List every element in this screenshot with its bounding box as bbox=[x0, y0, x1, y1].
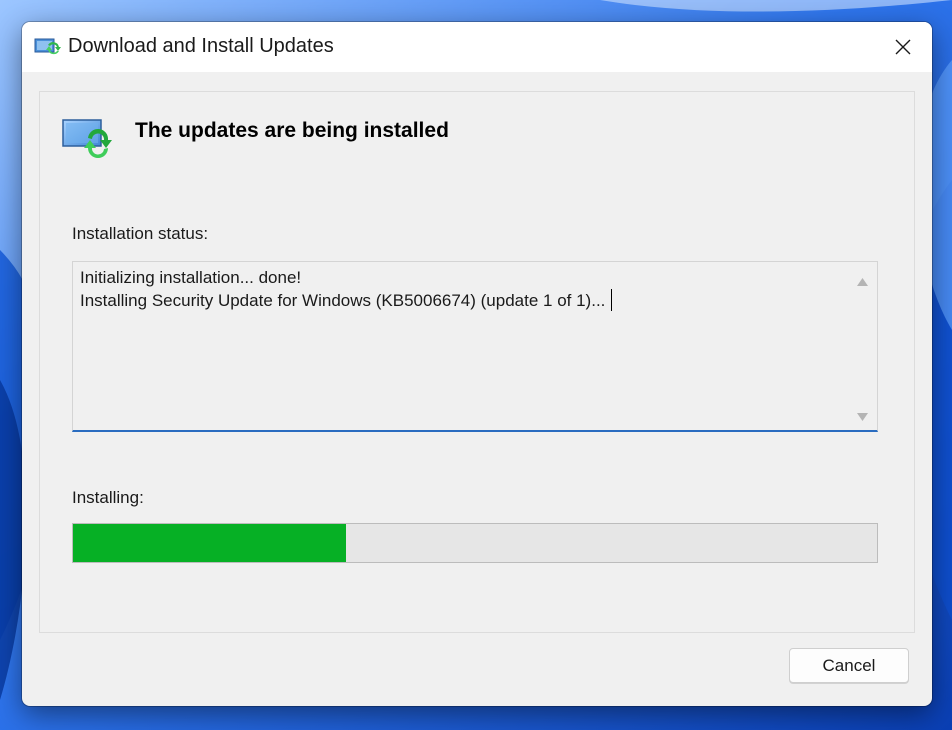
status-line: Initializing installation... done! bbox=[80, 268, 302, 287]
status-line: Installing Security Update for Windows (… bbox=[80, 291, 606, 310]
close-icon bbox=[895, 39, 911, 55]
progress-bar bbox=[72, 523, 878, 563]
page-title: The updates are being installed bbox=[135, 119, 449, 142]
progress-label: Installing: bbox=[72, 488, 144, 507]
progress-bar-fill bbox=[73, 524, 347, 562]
scroll-down-arrow-icon[interactable] bbox=[857, 408, 868, 426]
installation-status-label: Installation status: bbox=[72, 224, 209, 243]
cancel-button[interactable]: Cancel bbox=[789, 648, 909, 683]
title-bar[interactable]: Download and Install Updates bbox=[22, 22, 932, 72]
window-title: Download and Install Updates bbox=[68, 35, 334, 57]
close-button[interactable] bbox=[874, 22, 932, 72]
status-line-with-caret: Installing Security Update for Windows (… bbox=[80, 289, 613, 312]
content-panel: The updates are being installed Installa… bbox=[39, 91, 915, 633]
update-dialog: Download and Install Updates The updates… bbox=[22, 22, 932, 706]
windows-update-icon bbox=[34, 36, 62, 58]
scroll-up-arrow-icon[interactable] bbox=[857, 273, 868, 291]
installation-status-log[interactable]: Initializing installation... done! Insta… bbox=[72, 261, 878, 432]
status-log-text: Initializing installation... done! Insta… bbox=[80, 266, 613, 312]
text-caret bbox=[611, 289, 613, 311]
computer-update-icon bbox=[62, 118, 118, 160]
vertical-scrollbar[interactable] bbox=[848, 262, 877, 430]
